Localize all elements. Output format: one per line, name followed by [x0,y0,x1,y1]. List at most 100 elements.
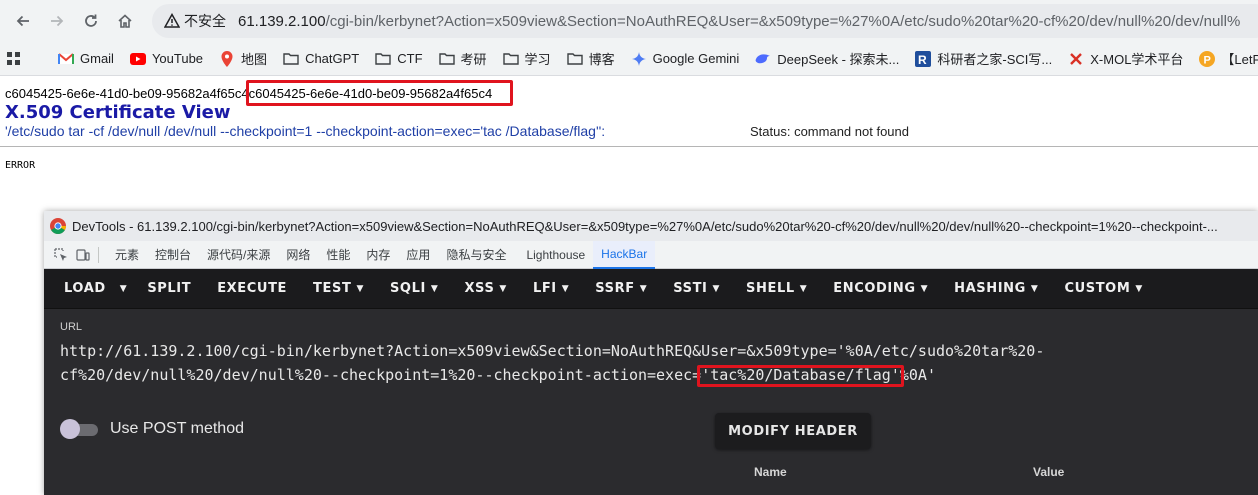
command-output: '/etc/sudo tar -cf /dev/null /dev/null -… [5,123,606,139]
bookmark-label: 科研者之家-SCI写... [937,52,1053,67]
deepseek-icon [755,51,771,67]
home-icon[interactable] [108,4,142,38]
caret-down-icon: ▼ [920,283,929,294]
modify-header-button[interactable]: MODIFY HEADER [715,413,871,449]
test-menu[interactable]: TEST ▼ [303,269,374,309]
bookmark-label: Gmail [80,51,114,66]
forward-arrow-icon[interactable] [40,4,74,38]
bookmark-label: 地图 [241,52,268,67]
folder-icon [283,51,299,67]
tab-memory[interactable]: 内存 [358,241,398,269]
menu-label: LFI [532,281,557,296]
caret-down-icon: ▼ [430,283,439,294]
bookmark-label: CTF [397,51,423,66]
svg-text:R: R [918,53,927,67]
bookmark-folder-chatgpt[interactable]: ChatGPT [283,51,359,67]
tab-console[interactable]: 控制台 [147,241,199,269]
url-line-1: http://61.139.2.100/cgi-bin/kerbynet?Act… [60,342,1045,360]
toggle-switch[interactable] [60,419,98,439]
tab-network[interactable]: 网络 [278,241,318,269]
execute-button[interactable]: EXECUTE [207,269,297,309]
encoding-menu[interactable]: ENCODING ▼ [823,269,938,309]
toggle-knob [60,419,80,439]
url-line-2: cf%20/dev/null%20/dev/null%20--checkpoin… [60,363,1240,387]
menu-label: HASHING [954,281,1026,296]
lfi-menu[interactable]: LFI ▼ [523,269,579,309]
device-toolbar-icon[interactable] [72,244,94,266]
tabbar-divider [98,246,99,263]
url-highlight: 'tac%20/Database/flag' [697,365,904,387]
bookmark-label: 考研 [460,52,487,67]
tab-hackbar[interactable]: HackBar [593,240,656,269]
bookmark-youtube[interactable]: YouTube [129,51,203,67]
sqli-menu[interactable]: SQLI ▼ [380,269,448,309]
caret-down-icon: ▼ [799,283,808,294]
warning-triangle-icon [164,13,180,28]
devtools-tabbar: 元素 控制台 源代码/来源 网络 性能 内存 应用 隐私与安全 Lighthou… [44,240,1258,269]
custom-menu[interactable]: CUSTOM ▼ [1054,269,1152,309]
caret-down-icon: ▼ [561,283,570,294]
xmol-icon [1068,51,1084,67]
tab-elements[interactable]: 元素 [107,241,147,269]
hackbar-panel: URL http://61.139.2.100/cgi-bin/kerbynet… [44,309,1258,495]
bookmark-letpub[interactable]: P 【LetPub [1199,49,1258,68]
bookmark-folder-kaoyan[interactable]: 考研 [438,49,487,68]
tab-lighthouse[interactable]: Lighthouse [518,241,593,269]
tab-privacy-security[interactable]: 隐私与安全 [438,241,514,269]
menu-label: ENCODING [833,281,916,296]
token-line: c6045425-6e6e-41d0-be09-95682a4f65c4c604… [5,80,514,106]
url-textarea[interactable]: http://61.139.2.100/cgi-bin/kerbynet?Act… [60,339,1240,387]
token-highlighted: c6045425-6e6e-41d0-be09-95682a4f65c4 [245,80,514,106]
load-button[interactable]: LOAD [54,269,116,309]
ssti-menu[interactable]: SSTI ▼ [663,269,730,309]
bookmark-folder-ctf[interactable]: CTF [375,51,423,67]
menu-label: TEST [313,281,352,296]
token-plain: c6045425-6e6e-41d0-be09-95682a4f65c4 [5,86,249,101]
devtools-title: DevTools - 61.139.2.100/cgi-bin/kerbynet… [72,218,1218,234]
inspect-element-icon[interactable] [50,244,72,266]
folder-icon [375,51,391,67]
gemini-icon [631,51,647,67]
bookmark-label: 博客 [588,52,615,67]
xss-menu[interactable]: XSS ▼ [454,269,517,309]
bookmark-deepseek[interactable]: DeepSeek - 探索未... [755,49,899,68]
bookmark-gemini[interactable]: Google Gemini [631,51,739,67]
security-indicator[interactable]: 不安全 [164,11,226,31]
ssrf-menu[interactable]: SSRF ▼ [585,269,657,309]
maps-icon [219,50,235,67]
bookmark-gmail[interactable]: Gmail [58,51,114,67]
tab-performance[interactable]: 性能 [318,241,358,269]
tab-sources[interactable]: 源代码/来源 [199,241,278,269]
status-text: Status: command not found [750,124,909,139]
apps-button[interactable] [6,51,28,67]
address-bar[interactable]: 不安全 61.139.2.100/cgi-bin/kerbynet?Action… [152,4,1258,38]
shell-menu[interactable]: SHELL ▼ [736,269,817,309]
r-icon: R [915,50,932,67]
tab-application[interactable]: 应用 [398,241,438,269]
apps-grid-icon [6,51,22,67]
hackbar-menu: LOAD ▼ SPLIT EXECUTE TEST ▼ SQLI ▼ XSS ▼ LF… [44,269,1258,309]
caret-down-icon: ▼ [119,283,128,294]
menu-label: SSTI [673,281,708,296]
folder-icon [438,51,455,67]
back-arrow-icon[interactable] [6,4,40,38]
menu-label: SSRF [595,281,635,296]
bookmark-maps[interactable]: 地图 [219,49,267,68]
bookmark-label: 【LetPub [1221,52,1258,67]
browser-window: 不安全 61.139.2.100/cgi-bin/kerbynet?Action… [0,0,1258,495]
bookmark-label: DeepSeek - 探索未... [777,52,900,67]
reload-icon[interactable] [74,4,108,38]
youtube-icon [129,51,146,67]
url-field-label: URL [60,321,83,333]
gmail-icon [58,51,74,67]
bookmark-folder-boke[interactable]: 博客 [566,49,615,68]
load-dropdown-button[interactable]: ▼ [116,269,132,309]
split-button[interactable]: SPLIT [137,269,201,309]
bookmark-folder-xuexi[interactable]: 学习 [502,49,551,68]
post-method-toggle[interactable]: Use POST method [60,419,244,439]
bookmark-r-site[interactable]: R 科研者之家-SCI写... [915,49,1052,68]
bookmark-xmol[interactable]: X-MOL学术平台 [1068,49,1183,68]
hashing-menu[interactable]: HASHING ▼ [944,269,1048,309]
bookmark-label: X-MOL学术平台 [1090,52,1184,67]
error-text: ERROR [5,160,36,171]
